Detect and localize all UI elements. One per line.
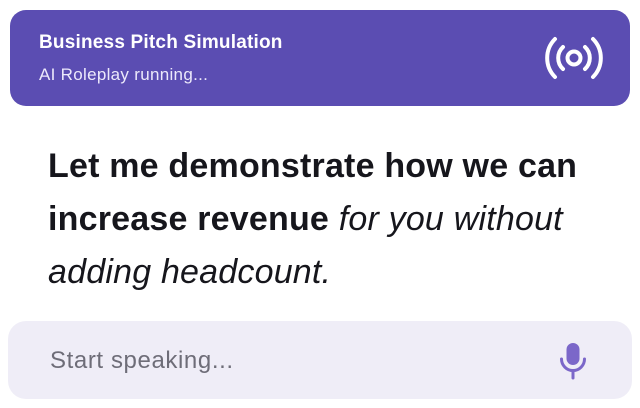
speech-input[interactable] [48,339,532,383]
microphone-icon[interactable] [558,342,588,380]
broadcast-icon[interactable] [544,34,604,82]
session-status: AI Roleplay running... [39,65,209,84]
roleplay-screen: Business Pitch Simulation AI Roleplay ru… [0,0,640,408]
session-title: Business Pitch Simulation [39,32,283,53]
session-banner: Business Pitch Simulation AI Roleplay ru… [10,10,630,106]
speech-input-bar [8,321,632,399]
ai-message: Let me demonstrate how we can increase r… [48,140,608,299]
